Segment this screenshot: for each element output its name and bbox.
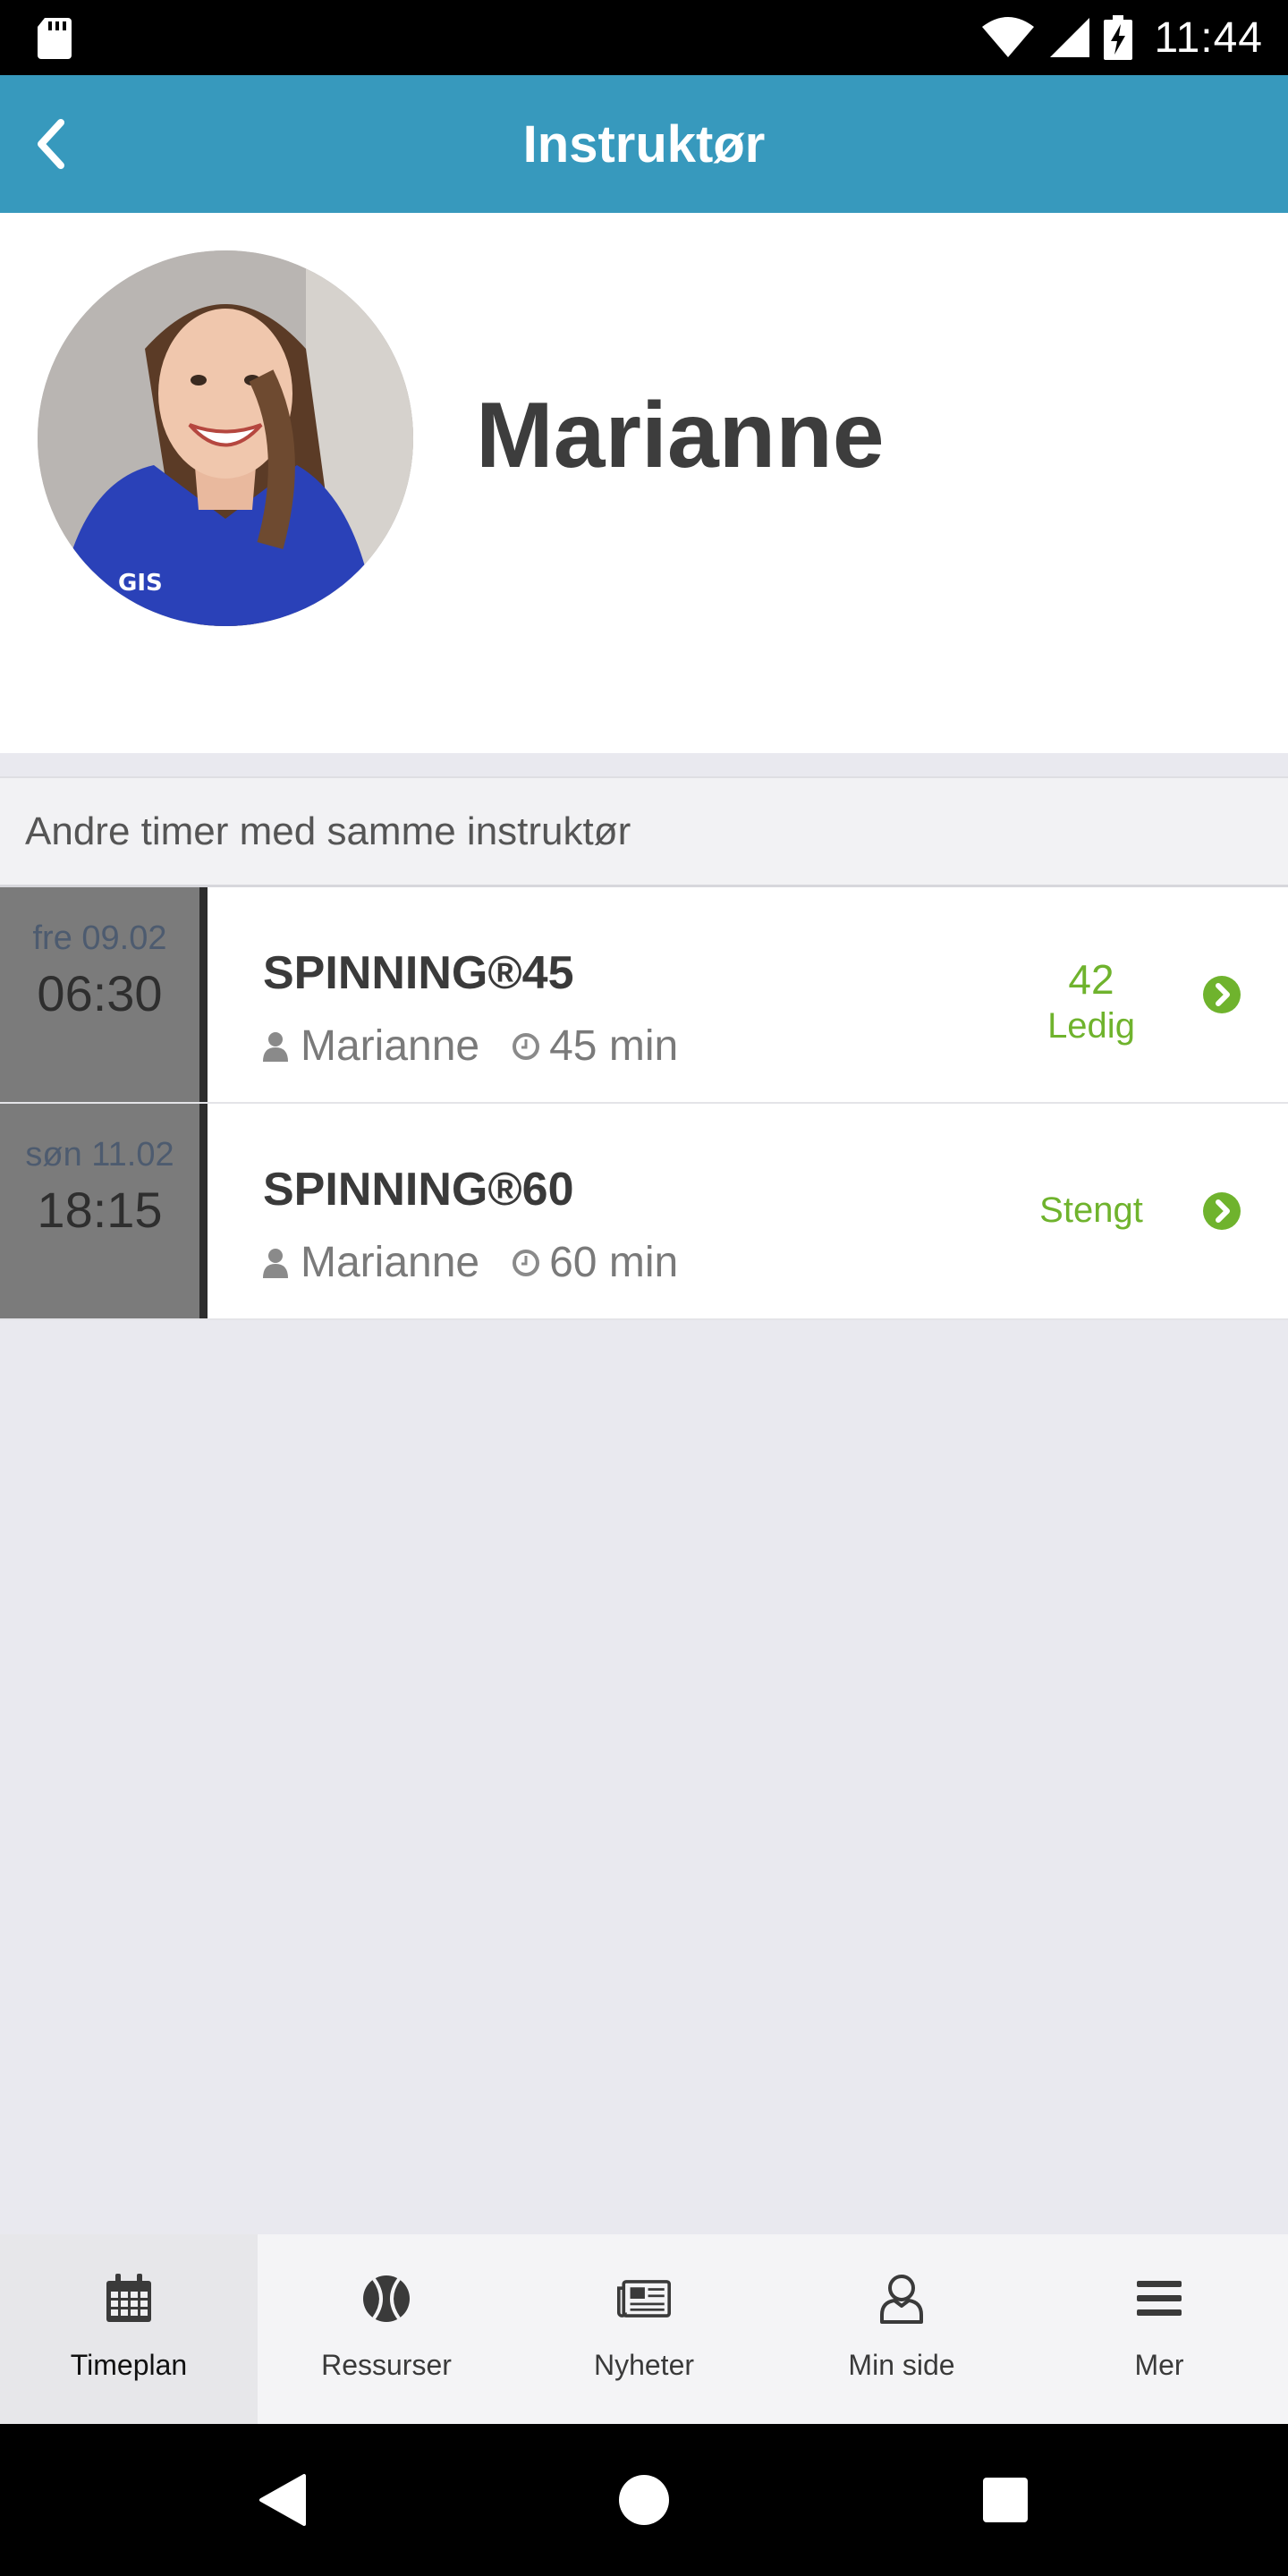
system-recents-button[interactable] xyxy=(952,2424,1059,2576)
nav-ressurser[interactable]: Ressurser xyxy=(258,2234,515,2424)
svg-text:GIS: GIS xyxy=(118,570,163,597)
ball-icon xyxy=(360,2272,413,2326)
system-back-button[interactable] xyxy=(229,2424,336,2576)
cell-signal-icon xyxy=(1050,18,1090,57)
class-meta: Marianne 45 min xyxy=(263,1021,678,1071)
sd-card-icon xyxy=(38,18,72,59)
clock-icon xyxy=(512,1029,540,1064)
nav-mer[interactable]: Mer xyxy=(1030,2234,1288,2424)
class-time: 18:15 xyxy=(37,1182,163,1238)
class-date: fre 09.02 06:30 xyxy=(0,887,208,1102)
bottom-navigation: Timeplan Ressurser Nyheter Min side Mer xyxy=(0,2234,1288,2424)
instructor-avatar: GIS xyxy=(38,250,413,626)
chevron-circle-right-icon[interactable] xyxy=(1202,975,1241,1014)
nav-label: Mer xyxy=(1134,2349,1184,2381)
nav-timeplan[interactable]: Timeplan xyxy=(0,2234,258,2424)
availability: 42 Ledig xyxy=(1002,955,1181,1048)
clock: 11:44 xyxy=(1154,13,1263,62)
class-list: fre 09.02 06:30 SPINNING®45 Marianne 45 … xyxy=(0,887,1288,1320)
class-row[interactable]: fre 09.02 06:30 SPINNING®45 Marianne 45 … xyxy=(0,887,1288,1104)
availability: Stengt xyxy=(1002,1188,1181,1233)
nav-min-side[interactable]: Min side xyxy=(773,2234,1030,2424)
class-time: 06:30 xyxy=(37,965,163,1021)
class-duration: 60 min xyxy=(549,1239,679,1286)
class-name: SPINNING®45 xyxy=(263,947,574,999)
battery-charging-icon xyxy=(1104,15,1133,60)
system-navigation-bar xyxy=(0,2424,1288,2576)
nav-label: Nyheter xyxy=(593,2349,695,2381)
class-row[interactable]: søn 11.02 18:15 SPINNING®60 Marianne 60 … xyxy=(0,1104,1288,1320)
status-bar: 11:44 xyxy=(0,0,1288,75)
section-heading: Andre timer med samme instruktør xyxy=(0,776,1288,887)
system-home-button[interactable] xyxy=(590,2424,698,2576)
class-date: søn 11.02 18:15 xyxy=(0,1104,208,1318)
clock-icon xyxy=(512,1245,540,1281)
chevron-circle-right-icon[interactable] xyxy=(1202,1191,1241,1231)
nav-label: Ressurser xyxy=(321,2349,452,2381)
availability-label: Stengt xyxy=(1039,1191,1143,1230)
availability-label: Ledig xyxy=(1047,1006,1135,1046)
class-day: søn 11.02 xyxy=(25,1136,174,1174)
class-duration: 45 min xyxy=(549,1022,679,1070)
nav-label: Min side xyxy=(848,2349,955,2381)
class-meta: Marianne 60 min xyxy=(263,1238,678,1287)
class-name: SPINNING®60 xyxy=(263,1164,574,1216)
person-icon xyxy=(263,1245,292,1281)
class-instructor: Marianne xyxy=(301,1022,480,1070)
wifi-icon xyxy=(982,17,1035,57)
instructor-profile: GIS Marianne xyxy=(0,213,1288,753)
spots-count: 42 xyxy=(1068,956,1114,1003)
calendar-icon xyxy=(102,2272,156,2326)
triangle-back-icon xyxy=(259,2474,306,2526)
square-recents-icon xyxy=(983,2478,1028,2522)
nav-label: Timeplan xyxy=(70,2349,188,2381)
page-title: Instruktør xyxy=(522,114,766,174)
menu-icon xyxy=(1132,2272,1186,2326)
class-day: fre 09.02 xyxy=(32,919,167,957)
circle-home-icon xyxy=(619,2475,669,2525)
class-instructor: Marianne xyxy=(301,1239,480,1286)
person-icon xyxy=(263,1029,292,1064)
instructor-name: Marianne xyxy=(476,384,885,487)
nav-nyheter[interactable]: Nyheter xyxy=(515,2234,773,2424)
user-icon xyxy=(875,2272,928,2326)
app-bar: Instruktør xyxy=(0,75,1288,213)
newspaper-icon xyxy=(617,2272,671,2326)
